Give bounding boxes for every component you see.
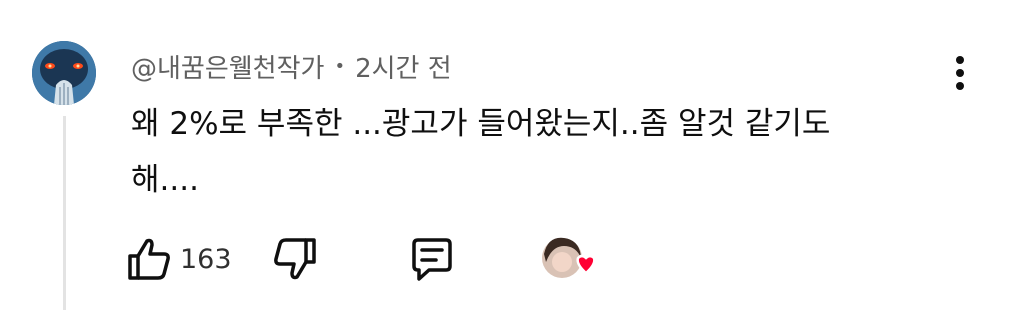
- author-name[interactable]: @내꿈은웰천작가: [131, 48, 324, 85]
- creator-heart[interactable]: [538, 232, 598, 286]
- reply-icon: [412, 238, 452, 281]
- heart-icon: [576, 254, 596, 275]
- dislike-button[interactable]: [272, 232, 318, 286]
- like-count: 163: [180, 243, 232, 275]
- more-options-button[interactable]: [944, 52, 976, 94]
- comment-time[interactable]: 2시간 전: [355, 48, 452, 85]
- thread-line: [63, 116, 66, 310]
- comment-thread: @내꿈은웰천작가 • 2시간 전 왜 2%로 부족한 ...광고가 들어왔는지.…: [0, 0, 1024, 310]
- alien-avatar-image: [32, 41, 96, 105]
- like-button[interactable]: 163: [126, 232, 232, 286]
- comment-actions: 163: [126, 232, 626, 286]
- more-vert-icon: [956, 56, 964, 90]
- comment-text: 왜 2%로 부족한 ...광고가 들어왔는지..좀 알것 같기도 해....: [131, 106, 831, 198]
- author-avatar[interactable]: [32, 41, 96, 105]
- comment-meta: @내꿈은웰천작가 • 2시간 전: [131, 46, 452, 86]
- thumb-down-icon: [274, 238, 316, 280]
- meta-separator: •: [334, 55, 346, 77]
- creator-heart-avatar: [542, 237, 596, 278]
- thumb-up-icon: [128, 238, 170, 280]
- reply-button[interactable]: [408, 232, 456, 286]
